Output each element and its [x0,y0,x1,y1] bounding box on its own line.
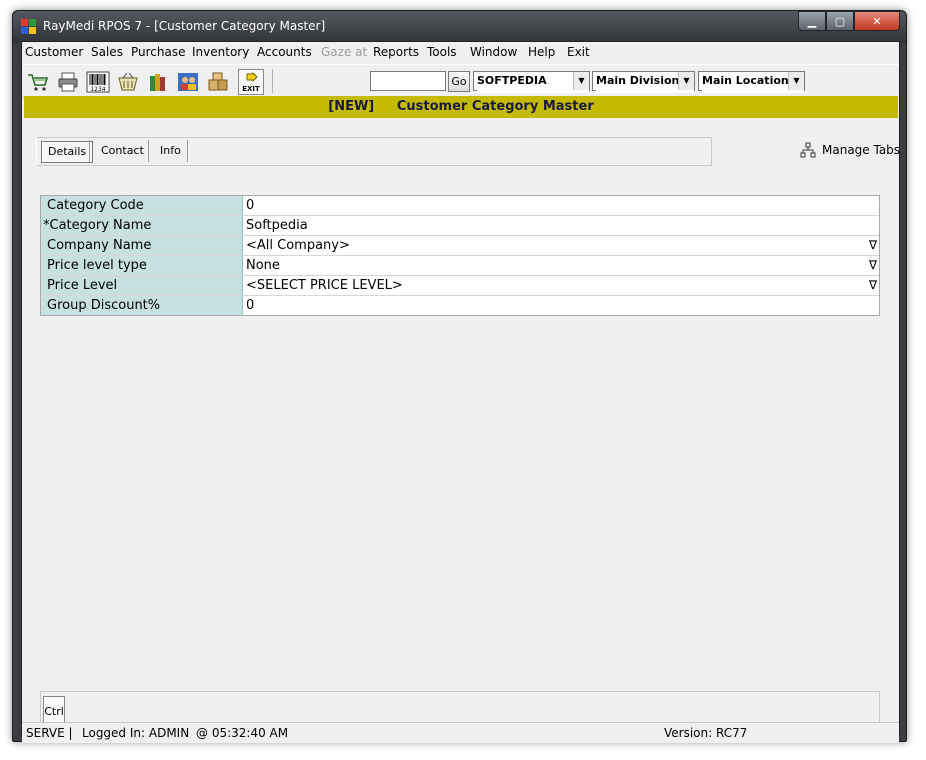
menu-sales[interactable]: Sales [91,45,123,59]
status-version: Version: RC77 [664,726,748,740]
ctrl-tab[interactable]: Ctrl [43,696,65,725]
printer-icon[interactable] [54,68,82,96]
cart-icon[interactable] [24,68,52,96]
field-value: None [246,258,280,273]
menu-reports[interactable]: Reports [373,45,419,59]
basket-icon[interactable] [114,68,142,96]
hierarchy-icon [800,142,816,158]
title-bar[interactable]: RayMedi RPOS 7 - [Customer Category Mast… [13,11,906,43]
field-value: <All Company> [246,238,350,253]
field-label: *Category Name [43,218,152,233]
close-button[interactable]: ✕ [854,11,900,31]
status-logged-in: Logged In: ADMIN [82,726,190,740]
menu-accounts[interactable]: Accounts [257,45,312,59]
tab-contact[interactable]: Contact [95,141,150,161]
application-window: RayMedi RPOS 7 - [Customer Category Mast… [12,10,907,743]
go-button[interactable]: Go [448,71,470,92]
category-name-field[interactable]: Softpedia [243,216,879,235]
app-logo-icon [21,19,37,35]
barcode-icon[interactable]: 1234 [84,68,112,96]
status-server: SERVE | [26,726,73,740]
menu-purchase[interactable]: Purchase [131,45,186,59]
tab-divider [148,140,149,162]
window-title: RayMedi RPOS 7 - [Customer Category Mast… [43,19,326,33]
people-icon[interactable] [174,68,202,96]
field-row-company-name: Company Name <All Company> ∇ [41,236,879,256]
boxes-icon[interactable] [204,68,232,96]
menu-tools[interactable]: Tools [427,45,457,59]
price-level-select[interactable]: <SELECT PRICE LEVEL> ∇ [243,276,879,295]
menu-customer[interactable]: Customer [25,45,83,59]
location-select[interactable]: Main Location ▼ [698,71,805,93]
barcode-text: 1234 [90,86,105,93]
menu-help[interactable]: Help [528,45,555,59]
company-select[interactable]: SOFTPEDIA ▼ [473,71,590,93]
toolbar-separator [272,69,273,93]
minimize-button[interactable]: ▁ [798,11,826,31]
status-bar: SERVE | Logged In: ADMIN @ 05:32:40 AM V… [22,722,899,743]
field-row-group-discount: Group Discount% 0 [41,296,879,315]
chevron-down-icon[interactable]: ▼ [573,72,589,90]
form-header: [NEW] Customer Category Master [24,96,898,118]
category-code-field[interactable]: 0 [243,196,879,215]
company-name-select[interactable]: <All Company> ∇ [243,236,879,255]
menu-gaze-at: Gaze at [321,45,368,59]
maximize-button[interactable]: ▢ [826,11,854,31]
field-value: <SELECT PRICE LEVEL> [246,278,403,293]
status-time: @ 05:32:40 AM [196,726,289,740]
menu-exit[interactable]: Exit [567,45,590,59]
property-grid: Category Code 0 *Category Name Softpedia… [40,195,880,316]
bottom-panel: Ctrl [40,691,880,725]
field-row-price-level-type: Price level type None ∇ [41,256,879,276]
price-level-type-select[interactable]: None ∇ [243,256,879,275]
menu-window[interactable]: Window [470,45,517,59]
menu-bar: Customer Sales Purchase Inventory Accoun… [22,42,899,62]
menu-inventory[interactable]: Inventory [192,45,249,59]
exit-icon[interactable]: EXIT [238,69,264,95]
field-value: 0 [246,298,255,313]
client-area: Customer Sales Purchase Inventory Accoun… [21,41,901,743]
tab-details[interactable]: Details [41,141,94,163]
dropdown-arrow-icon[interactable]: ∇ [869,238,877,252]
tab-divider [187,140,188,162]
division-select[interactable]: Main Division ▼ [592,71,695,93]
search-input[interactable] [370,71,446,91]
form-title: Customer Category Master [396,99,594,114]
tab-info[interactable]: Info [154,141,187,161]
books-icon[interactable] [144,68,172,96]
field-value: 0 [246,198,255,213]
field-label: Company Name [47,238,152,253]
group-discount-field[interactable]: 0 [243,296,879,315]
dropdown-arrow-icon[interactable]: ∇ [869,278,877,292]
chevron-down-icon[interactable]: ▼ [788,72,804,90]
chevron-down-icon[interactable]: ▼ [678,72,694,90]
exit-text: EXIT [242,85,260,93]
field-label: Group Discount% [47,298,161,313]
tab-strip: Details Contact Info [36,137,712,166]
field-label: Price level type [47,258,147,273]
dropdown-arrow-icon[interactable]: ∇ [869,258,877,272]
field-row-category-name: *Category Name Softpedia [41,216,879,236]
field-label: Category Code [47,198,144,213]
field-value: Softpedia [246,218,308,233]
field-row-category-code: Category Code 0 [41,196,879,216]
toolbar: 1234 EXIT Go SOFTPEDIA ▼ Main Division ▼… [22,64,899,98]
field-row-price-level: Price Level <SELECT PRICE LEVEL> ∇ [41,276,879,296]
manage-tabs-label: Manage Tabs [822,143,901,157]
form-status: [NEW] [328,99,375,114]
tab-divider [89,140,90,162]
field-label: Price Level [47,278,118,293]
